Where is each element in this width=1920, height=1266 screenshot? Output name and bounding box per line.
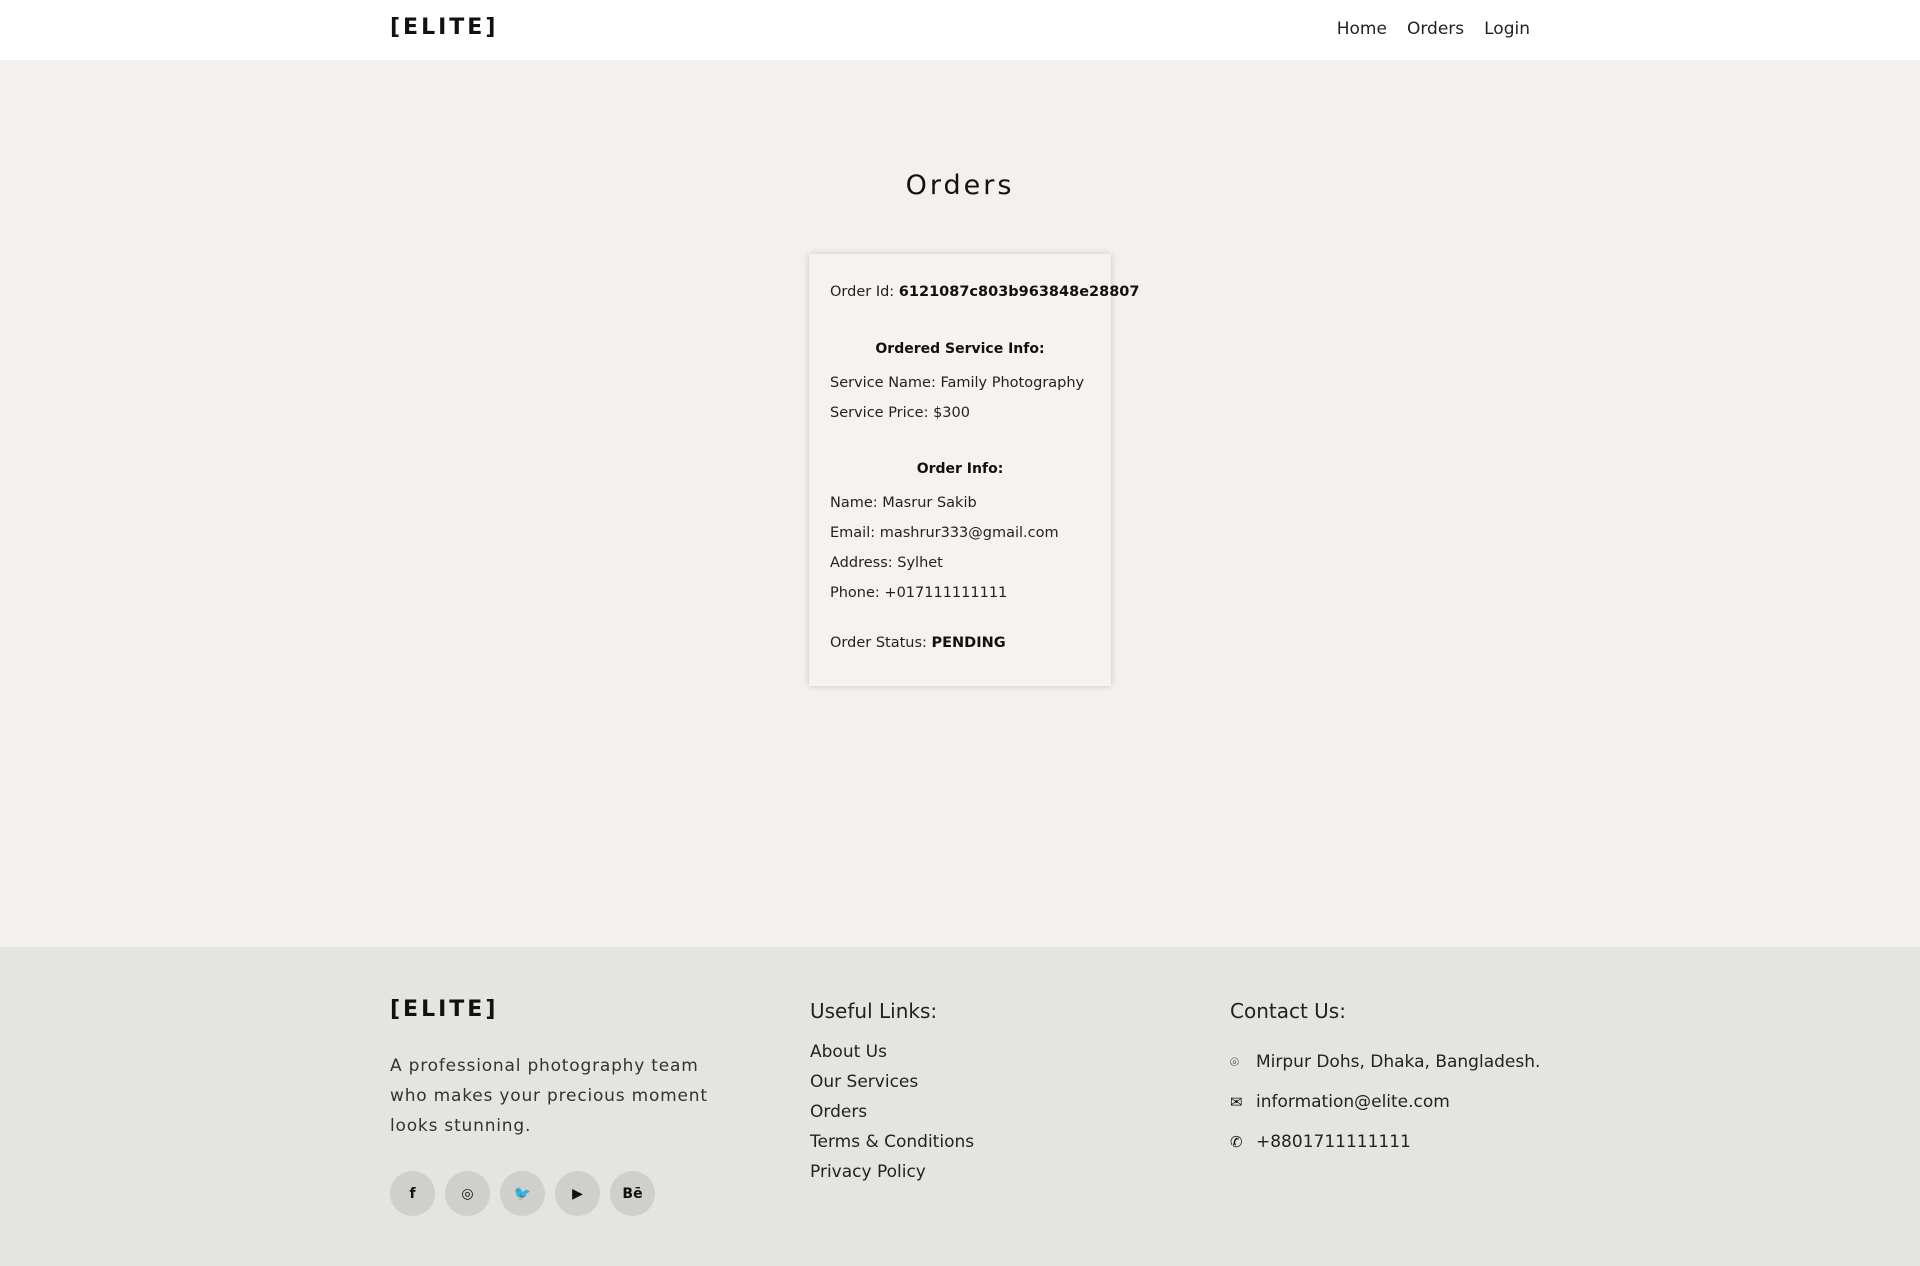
youtube-icon[interactable]: ▶: [555, 1171, 600, 1216]
twitter-icon[interactable]: 🐦: [500, 1171, 545, 1216]
contact-phone: ✆ +8801711111111: [1230, 1122, 1540, 1162]
header: [ELITE] Home Orders Login: [0, 0, 1920, 60]
useful-links-list: About Us Our Services Orders Terms & Con…: [810, 1037, 974, 1187]
customer-address-value: Sylhet: [897, 555, 943, 571]
service-name-row: Service Name: Family Photography: [830, 375, 1084, 391]
footer-link-about[interactable]: About Us: [810, 1037, 974, 1067]
location-icon: ⌾: [1230, 1053, 1240, 1071]
customer-name-value: Masrur Sakib: [882, 495, 977, 511]
contact-address: ⌾ Mirpur Dohs, Dhaka, Bangladesh.: [1230, 1042, 1540, 1082]
service-price-value: $300: [933, 405, 970, 421]
nav-login[interactable]: Login: [1484, 19, 1530, 39]
footer-link-orders[interactable]: Orders: [810, 1097, 974, 1127]
contact-phone-text[interactable]: +8801711111111: [1256, 1132, 1411, 1152]
contact-address-text: Mirpur Dohs, Dhaka, Bangladesh.: [1256, 1052, 1541, 1072]
behance-icon[interactable]: Bē: [610, 1171, 655, 1216]
customer-name-label: Name:: [830, 495, 878, 511]
customer-email-label: Email:: [830, 525, 876, 541]
main-nav: Home Orders Login: [1337, 19, 1530, 39]
customer-email-value: mashrur333@gmail.com: [879, 525, 1059, 541]
customer-name-row: Name: Masrur Sakib: [830, 495, 977, 511]
service-price-label: Service Price:: [830, 405, 929, 421]
service-name-value: Family Photography: [940, 375, 1085, 391]
customer-phone-label: Phone:: [830, 585, 880, 601]
nav-home[interactable]: Home: [1337, 19, 1387, 39]
customer-email-row: Email: mashrur333@gmail.com: [830, 525, 1059, 541]
footer-logo[interactable]: [ELITE]: [390, 997, 498, 1022]
contact-list: ⌾ Mirpur Dohs, Dhaka, Bangladesh. ✉ info…: [1230, 1042, 1540, 1162]
contact-title: Contact Us:: [1230, 999, 1346, 1023]
nav-orders[interactable]: Orders: [1407, 19, 1464, 39]
order-status-row: Order Status: PENDING: [830, 635, 1006, 651]
order-card: Order Id: 6121087c803b963848e28807 Order…: [809, 254, 1139, 686]
service-name-label: Service Name:: [830, 375, 936, 391]
customer-phone-row: Phone: +017111111111: [830, 585, 1007, 601]
footer: [ELITE] A professional photography team …: [0, 947, 1920, 1266]
phone-icon: ✆: [1230, 1133, 1243, 1151]
footer-description: A professional photography team who make…: [390, 1056, 708, 1136]
logo[interactable]: [ELITE]: [390, 15, 498, 40]
facebook-icon[interactable]: f: [390, 1171, 435, 1216]
order-id-label: Order Id:: [830, 284, 895, 300]
main-content: Orders Order Id: 6121087c803b963848e2880…: [0, 60, 1920, 947]
footer-link-services[interactable]: Our Services: [810, 1067, 974, 1097]
order-info-heading: Order Info:: [916, 461, 1004, 477]
footer-link-terms[interactable]: Terms & Conditions: [810, 1127, 974, 1157]
order-status-label: Order Status:: [830, 635, 927, 651]
instagram-icon[interactable]: ◎: [445, 1171, 490, 1216]
footer-link-privacy[interactable]: Privacy Policy: [810, 1157, 974, 1187]
contact-email: ✉ information@elite.com: [1230, 1082, 1540, 1122]
customer-address-label: Address:: [830, 555, 893, 571]
customer-address-row: Address: Sylhet: [830, 555, 943, 571]
order-id-value: 6121087c803b963848e28807: [898, 284, 1140, 300]
order-id-row: Order Id: 6121087c803b963848e28807: [830, 284, 1139, 300]
customer-phone-value: +017111111111: [884, 585, 1008, 601]
page-title: Orders: [905, 170, 1015, 201]
contact-email-text[interactable]: information@elite.com: [1256, 1092, 1450, 1112]
useful-links-title: Useful Links:: [810, 999, 938, 1023]
mail-icon: ✉: [1230, 1093, 1243, 1111]
service-info-heading: Ordered Service Info:: [875, 341, 1045, 357]
order-status-badge: PENDING: [931, 635, 1006, 651]
service-price-row: Service Price: $300: [830, 405, 970, 421]
social-links: f ◎ 🐦 ▶ Bē: [390, 1171, 655, 1216]
